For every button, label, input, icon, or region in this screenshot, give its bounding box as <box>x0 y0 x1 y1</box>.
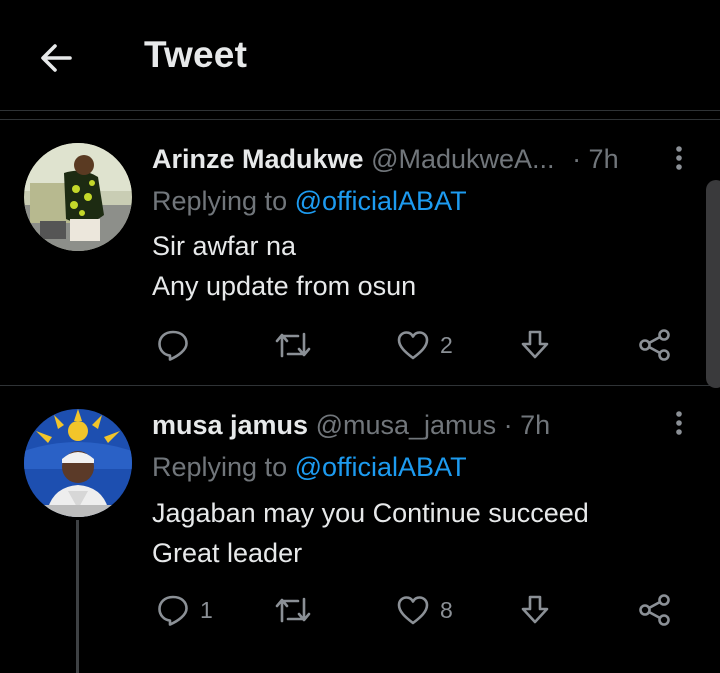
replying-to-handle-link[interactable]: @officialABAT <box>295 186 467 216</box>
retweet-button[interactable] <box>274 325 322 365</box>
reply-icon <box>158 330 188 361</box>
arrow-left-icon <box>41 44 72 72</box>
tweet-text-line: Any update from osun <box>152 271 417 301</box>
download-icon <box>521 330 549 359</box>
share-button[interactable] <box>638 590 672 630</box>
author-name[interactable]: Arinze Madukwe <box>152 144 364 174</box>
reply-button[interactable]: 1 <box>156 590 213 630</box>
more-options-button[interactable] <box>664 408 694 438</box>
replying-to: Replying to @officialABAT <box>152 452 467 483</box>
reply-icon <box>158 595 188 626</box>
tweet-detail-screen: Tweet Arinze Madukwe @MadukweA... · 7h R… <box>0 0 720 673</box>
more-vertical-icon <box>676 146 682 170</box>
replying-to: Replying to @officialABAT <box>152 186 467 217</box>
page-title: Tweet <box>144 34 248 75</box>
tweet-actions: 1 8 <box>152 590 692 630</box>
retweet-button[interactable] <box>274 590 322 630</box>
retweet-icon <box>275 597 311 623</box>
tweet-time: · 7h <box>503 410 551 440</box>
tweet-text: Sir awfar na Any update from osun <box>152 226 416 306</box>
tweet-text-line: Jagaban may you Continue succeed <box>152 498 589 528</box>
share-icon <box>639 329 670 361</box>
download-button[interactable] <box>518 590 552 630</box>
tweet-author-line: Arinze Madukwe @MadukweA... · 7h <box>152 144 619 175</box>
tweet-text: Jagaban may you Continue succeed Great l… <box>152 493 589 573</box>
tweet-time: · 7h <box>572 144 619 174</box>
download-icon <box>521 595 549 624</box>
like-button[interactable]: 8 <box>396 590 453 630</box>
download-button[interactable] <box>518 325 552 365</box>
replying-to-handle-link[interactable]: @officialABAT <box>295 452 467 482</box>
replying-to-label: Replying to <box>152 186 295 216</box>
more-options-button[interactable] <box>664 143 694 173</box>
heart-icon <box>397 596 429 625</box>
author-handle[interactable]: @MadukweA... <box>371 144 554 174</box>
tweet-text-line: Sir awfar na <box>152 231 297 261</box>
avatar-photo <box>24 143 132 251</box>
replying-to-label: Replying to <box>152 452 295 482</box>
reply-button[interactable] <box>156 325 200 365</box>
avatar[interactable] <box>24 409 132 517</box>
header-divider <box>0 110 720 111</box>
heart-icon <box>397 331 429 360</box>
tweet-text-line: Great leader <box>152 538 303 568</box>
content-divider <box>0 119 720 120</box>
share-icon <box>639 594 670 626</box>
like-count: 2 <box>440 331 453 358</box>
like-count: 8 <box>440 596 453 623</box>
more-vertical-icon <box>676 411 682 435</box>
retweet-icon <box>275 332 311 358</box>
tweet-author-line: musa jamus @musa_jamus · 7h <box>152 410 550 441</box>
avatar[interactable] <box>24 143 132 251</box>
tweet-divider <box>0 385 720 386</box>
reply-count: 1 <box>200 596 213 623</box>
tweet-actions: 2 <box>152 325 692 365</box>
share-button[interactable] <box>638 325 672 365</box>
back-button[interactable] <box>34 36 78 80</box>
like-button[interactable]: 2 <box>396 325 453 365</box>
author-handle[interactable]: @musa_jamus <box>316 410 496 440</box>
top-app-bar: Tweet <box>0 0 720 110</box>
avatar-photo <box>24 409 132 517</box>
author-name[interactable]: musa jamus <box>152 410 308 440</box>
thread-connector-line <box>76 520 79 673</box>
scrollbar-thumb[interactable] <box>706 180 720 388</box>
